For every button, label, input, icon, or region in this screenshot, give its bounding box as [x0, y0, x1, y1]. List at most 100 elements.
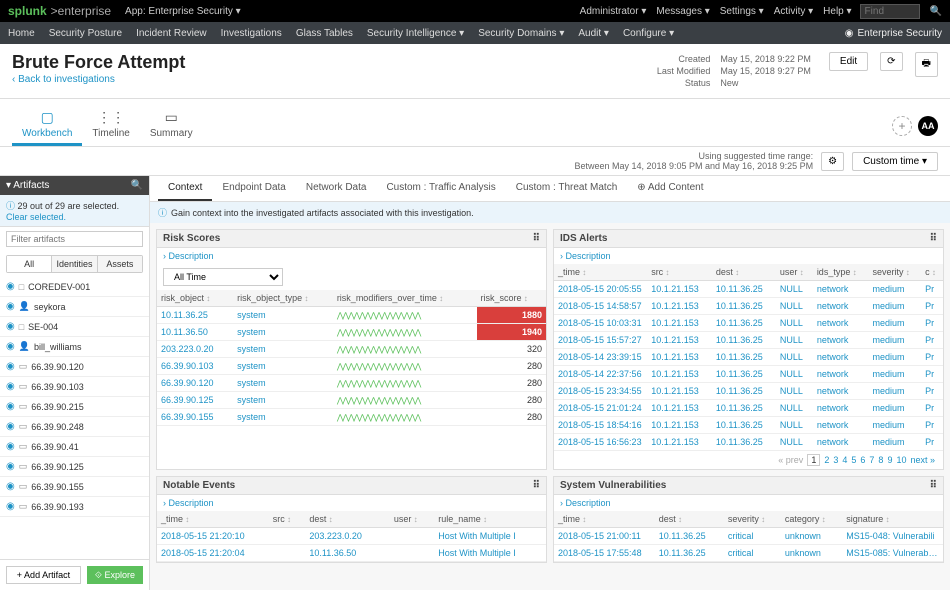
col-header[interactable]: c: [921, 264, 943, 281]
table-row[interactable]: 10.11.36.50system⋀⋀⋀⋀⋀⋀⋀⋀⋀⋀⋀⋀⋀⋀⋀1940: [157, 324, 546, 341]
desc-toggle[interactable]: › Description: [554, 248, 943, 264]
artifact-item[interactable]: ◉□SE-004: [0, 317, 149, 337]
col-header[interactable]: signature: [842, 511, 943, 528]
move-icon[interactable]: ⠿: [930, 233, 937, 244]
artifact-item[interactable]: ◉▭66.39.90.120: [0, 357, 149, 377]
table-row[interactable]: 2018-05-15 18:54:1610.1.21.15310.11.36.2…: [554, 417, 943, 434]
pager-page[interactable]: 7: [869, 455, 874, 465]
pager-page[interactable]: 5: [851, 455, 856, 465]
app-menu[interactable]: App: Enterprise Security ▾: [125, 6, 241, 17]
htab-endpoint[interactable]: Endpoint Data: [212, 176, 295, 201]
table-row[interactable]: 2018-05-15 17:55:4810.11.36.25criticalun…: [554, 545, 943, 562]
htab-traffic[interactable]: Custom : Traffic Analysis: [376, 176, 505, 201]
find-input[interactable]: [860, 4, 920, 19]
col-header[interactable]: user: [390, 511, 434, 528]
htab-network[interactable]: Network Data: [296, 176, 377, 201]
filter-artifacts-input[interactable]: [6, 231, 143, 247]
sidebar-title[interactable]: ▾ Artifacts: [6, 180, 49, 191]
artifact-item[interactable]: ◉▭66.39.90.125: [0, 457, 149, 477]
artifact-item[interactable]: ◉▭66.39.90.41: [0, 437, 149, 457]
seg-assets[interactable]: Assets: [98, 256, 142, 272]
table-row[interactable]: 66.39.90.120system⋀⋀⋀⋀⋀⋀⋀⋀⋀⋀⋀⋀⋀⋀⋀280: [157, 375, 546, 392]
search-icon[interactable]: 🔍: [930, 6, 942, 17]
desc-toggle[interactable]: › Description: [554, 495, 943, 511]
avatar[interactable]: AA: [918, 116, 938, 136]
table-row[interactable]: 66.39.90.125system⋀⋀⋀⋀⋀⋀⋀⋀⋀⋀⋀⋀⋀⋀⋀280: [157, 392, 546, 409]
table-row[interactable]: 2018-05-14 23:39:1510.1.21.15310.11.36.2…: [554, 349, 943, 366]
activity-menu[interactable]: Activity ▾: [774, 6, 813, 17]
pager-next[interactable]: next »: [910, 455, 935, 465]
seg-all[interactable]: All: [7, 256, 52, 272]
table-row[interactable]: 10.11.36.25system⋀⋀⋀⋀⋀⋀⋀⋀⋀⋀⋀⋀⋀⋀⋀1880: [157, 307, 546, 324]
artifact-item[interactable]: ◉▭66.39.90.248: [0, 417, 149, 437]
tab-timeline[interactable]: ⋮⋮Timeline: [82, 105, 139, 146]
col-header[interactable]: risk_score: [477, 290, 547, 307]
nav-config[interactable]: Configure ▾: [623, 28, 674, 39]
artifact-item[interactable]: ◉▭66.39.90.215: [0, 397, 149, 417]
move-icon[interactable]: ⠿: [533, 480, 540, 491]
table-row[interactable]: 2018-05-15 10:03:3110.1.21.15310.11.36.2…: [554, 315, 943, 332]
col-header[interactable]: dest: [305, 511, 390, 528]
htab-add[interactable]: ⊕ Add Content: [627, 176, 713, 201]
messages-menu[interactable]: Messages ▾: [656, 6, 709, 17]
nav-audit[interactable]: Audit ▾: [578, 28, 609, 39]
pager-page[interactable]: 3: [833, 455, 838, 465]
nav-domains[interactable]: Security Domains ▾: [478, 28, 564, 39]
table-row[interactable]: 2018-05-15 16:56:2310.1.21.15310.11.36.2…: [554, 434, 943, 451]
htab-context[interactable]: Context: [158, 176, 212, 201]
add-person-button[interactable]: +: [892, 116, 912, 136]
htab-threat[interactable]: Custom : Threat Match: [506, 176, 628, 201]
col-header[interactable]: src: [269, 511, 306, 528]
col-header[interactable]: category: [781, 511, 842, 528]
print-icon[interactable]: 🖶: [915, 52, 938, 77]
time-select[interactable]: All Time: [163, 268, 283, 286]
pager-page[interactable]: 2: [824, 455, 829, 465]
col-header[interactable]: _time: [554, 264, 647, 281]
nav-home[interactable]: Home: [8, 28, 35, 39]
time-gear-icon[interactable]: ⚙: [821, 152, 844, 171]
nav-incident[interactable]: Incident Review: [136, 28, 207, 39]
table-row[interactable]: 2018-05-15 21:20:10203.223.0.20Host With…: [157, 528, 546, 545]
move-icon[interactable]: ⠿: [533, 233, 540, 244]
pager-page[interactable]: 8: [878, 455, 883, 465]
table-row[interactable]: 2018-05-15 21:20:0410.11.36.50Host With …: [157, 545, 546, 562]
col-header[interactable]: ids_type: [813, 264, 869, 281]
table-row[interactable]: 203.223.0.20system⋀⋀⋀⋀⋀⋀⋀⋀⋀⋀⋀⋀⋀⋀⋀320: [157, 341, 546, 358]
back-link[interactable]: ‹ Back to investigations: [12, 74, 115, 85]
pager-prev[interactable]: « prev: [778, 455, 803, 465]
edit-button[interactable]: Edit: [829, 52, 868, 71]
nav-posture[interactable]: Security Posture: [49, 28, 122, 39]
col-header[interactable]: src: [647, 264, 712, 281]
pager-page[interactable]: 6: [860, 455, 865, 465]
pager-page[interactable]: 9: [887, 455, 892, 465]
col-header[interactable]: risk_modifiers_over_time: [333, 290, 477, 307]
col-header[interactable]: risk_object: [157, 290, 233, 307]
desc-toggle[interactable]: › Description: [157, 495, 546, 511]
artifact-item[interactable]: ◉▭66.39.90.193: [0, 497, 149, 517]
desc-toggle[interactable]: › Description: [157, 248, 546, 264]
col-header[interactable]: _time: [554, 511, 655, 528]
table-row[interactable]: 2018-05-14 22:37:5610.1.21.15310.11.36.2…: [554, 366, 943, 383]
pager-page[interactable]: 1: [807, 454, 820, 466]
artifact-item[interactable]: ◉👤seykora: [0, 297, 149, 317]
table-row[interactable]: 2018-05-15 15:57:2710.1.21.15310.11.36.2…: [554, 332, 943, 349]
artifact-item[interactable]: ◉👤bill_williams: [0, 337, 149, 357]
admin-menu[interactable]: Administrator ▾: [580, 6, 647, 17]
tab-summary[interactable]: ▭Summary: [140, 105, 203, 146]
move-icon[interactable]: ⠿: [930, 480, 937, 491]
table-row[interactable]: 2018-05-15 14:58:5710.1.21.15310.11.36.2…: [554, 298, 943, 315]
tab-workbench[interactable]: ▢Workbench: [12, 105, 82, 146]
refresh-icon[interactable]: ⟳: [880, 52, 902, 71]
col-header[interactable]: rule_name: [434, 511, 546, 528]
table-row[interactable]: 2018-05-15 21:00:1110.11.36.25criticalun…: [554, 528, 943, 545]
nav-intel[interactable]: Security Intelligence ▾: [367, 28, 464, 39]
clear-selected-link[interactable]: Clear selected.: [6, 212, 66, 222]
settings-menu[interactable]: Settings ▾: [720, 6, 764, 17]
artifact-item[interactable]: ◉▭66.39.90.155: [0, 477, 149, 497]
col-header[interactable]: dest: [655, 511, 724, 528]
table-row[interactable]: 2018-05-15 23:34:5510.1.21.15310.11.36.2…: [554, 383, 943, 400]
col-header[interactable]: risk_object_type: [233, 290, 333, 307]
table-row[interactable]: 2018-05-15 20:05:5510.1.21.15310.11.36.2…: [554, 281, 943, 298]
table-row[interactable]: 66.39.90.155system⋀⋀⋀⋀⋀⋀⋀⋀⋀⋀⋀⋀⋀⋀⋀280: [157, 409, 546, 426]
artifact-item[interactable]: ◉□COREDEV-001: [0, 277, 149, 297]
